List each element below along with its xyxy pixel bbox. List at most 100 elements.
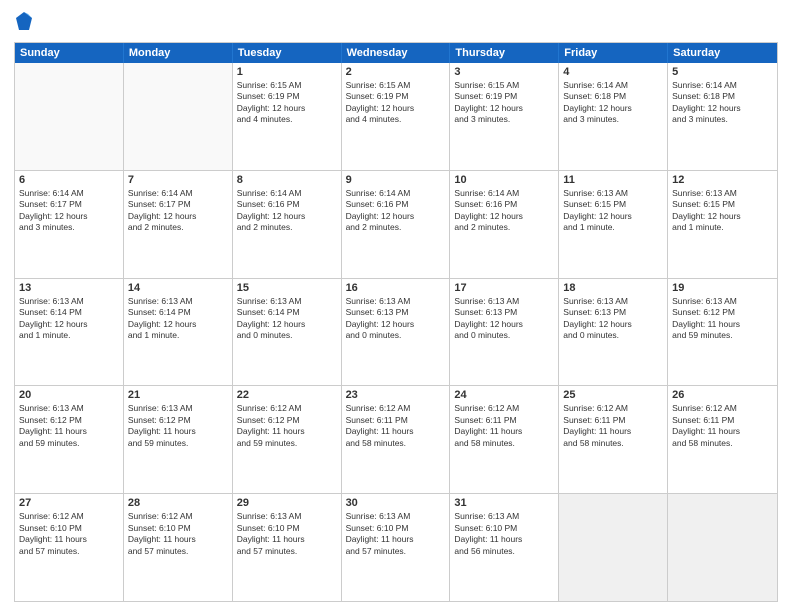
cell-info: Sunrise: 6:13 AM Sunset: 6:12 PM Dayligh…: [19, 403, 119, 449]
day-number: 6: [19, 174, 119, 186]
cell-info: Sunrise: 6:15 AM Sunset: 6:19 PM Dayligh…: [237, 80, 337, 126]
day-number: 27: [19, 497, 119, 509]
cell-info: Sunrise: 6:12 AM Sunset: 6:10 PM Dayligh…: [19, 511, 119, 557]
cell-info: Sunrise: 6:13 AM Sunset: 6:15 PM Dayligh…: [672, 188, 773, 234]
calendar-cell-r4c0: 27 Sunrise: 6:12 AM Sunset: 6:10 PM Dayli…: [15, 494, 124, 601]
day-number: 23: [346, 389, 446, 401]
weekday-header-wednesday: Wednesday: [342, 43, 451, 63]
day-number: 20: [19, 389, 119, 401]
calendar-cell-r0c4: 3 Sunrise: 6:15 AM Sunset: 6:19 PM Daylig…: [450, 63, 559, 170]
cell-info: Sunrise: 6:14 AM Sunset: 6:17 PM Dayligh…: [19, 188, 119, 234]
calendar-cell-r3c1: 21Sunrise: 6:13 AM Sunset: 6:12 PM Dayli…: [124, 386, 233, 493]
calendar-cell-r2c5: 18 Sunrise: 6:13 AM Sunset: 6:13 PM Dayli…: [559, 279, 668, 386]
day-number: 9: [346, 174, 446, 186]
calendar-cell-r1c0: 6 Sunrise: 6:14 AM Sunset: 6:17 PM Daylig…: [15, 171, 124, 278]
cell-info: Sunrise: 6:14 AM Sunset: 6:18 PM Dayligh…: [672, 80, 773, 126]
calendar-cell-r0c5: 4 Sunrise: 6:14 AM Sunset: 6:18 PM Daylig…: [559, 63, 668, 170]
cell-info: Sunrise: 6:14 AM Sunset: 6:17 PM Dayligh…: [128, 188, 228, 234]
weekday-header-monday: Monday: [124, 43, 233, 63]
logo-icon: [14, 10, 34, 34]
day-number: 3: [454, 66, 554, 78]
calendar-cell-r3c4: 24 Sunrise: 6:12 AM Sunset: 6:11 PM Dayli…: [450, 386, 559, 493]
day-number: 10: [454, 174, 554, 186]
calendar-cell-r3c3: 23 Sunrise: 6:12 AM Sunset: 6:11 PM Dayli…: [342, 386, 451, 493]
weekday-header-friday: Friday: [559, 43, 668, 63]
page: SundayMondayTuesdayWednesdayThursdayFrid…: [0, 0, 792, 612]
weekday-header-saturday: Saturday: [668, 43, 777, 63]
day-number: 13: [19, 282, 119, 294]
calendar-cell-r1c5: 11 Sunrise: 6:13 AM Sunset: 6:15 PM Dayli…: [559, 171, 668, 278]
calendar-cell-r4c1: 28Sunrise: 6:12 AM Sunset: 6:10 PM Dayli…: [124, 494, 233, 601]
cell-info: Sunrise: 6:13 AM Sunset: 6:12 PM Dayligh…: [128, 403, 228, 449]
calendar-cell-r2c3: 16Sunrise: 6:13 AM Sunset: 6:13 PM Dayli…: [342, 279, 451, 386]
calendar-body: 1 Sunrise: 6:15 AM Sunset: 6:19 PM Daylig…: [15, 63, 777, 601]
calendar-cell-r2c1: 14Sunrise: 6:13 AM Sunset: 6:14 PM Dayli…: [124, 279, 233, 386]
calendar-cell-r1c6: 12 Sunrise: 6:13 AM Sunset: 6:15 PM Dayli…: [668, 171, 777, 278]
header: [14, 10, 778, 34]
logo: [14, 10, 38, 34]
calendar-cell-r2c2: 15 Sunrise: 6:13 AM Sunset: 6:14 PM Dayli…: [233, 279, 342, 386]
day-number: 4: [563, 66, 663, 78]
cell-info: Sunrise: 6:12 AM Sunset: 6:11 PM Dayligh…: [454, 403, 554, 449]
day-number: 1: [237, 66, 337, 78]
day-number: 24: [454, 389, 554, 401]
cell-info: Sunrise: 6:12 AM Sunset: 6:11 PM Dayligh…: [563, 403, 663, 449]
cell-info: Sunrise: 6:12 AM Sunset: 6:12 PM Dayligh…: [237, 403, 337, 449]
cell-info: Sunrise: 6:13 AM Sunset: 6:10 PM Dayligh…: [237, 511, 337, 557]
cell-info: Sunrise: 6:12 AM Sunset: 6:11 PM Dayligh…: [672, 403, 773, 449]
cell-info: Sunrise: 6:13 AM Sunset: 6:13 PM Dayligh…: [563, 296, 663, 342]
calendar-row-0: 1 Sunrise: 6:15 AM Sunset: 6:19 PM Daylig…: [15, 63, 777, 170]
calendar-cell-r0c3: 2 Sunrise: 6:15 AM Sunset: 6:19 PM Daylig…: [342, 63, 451, 170]
calendar-cell-r0c1: [124, 63, 233, 170]
calendar-cell-r1c1: 7 Sunrise: 6:14 AM Sunset: 6:17 PM Daylig…: [124, 171, 233, 278]
weekday-header-tuesday: Tuesday: [233, 43, 342, 63]
day-number: 19: [672, 282, 773, 294]
calendar-row-2: 13 Sunrise: 6:13 AM Sunset: 6:14 PM Dayli…: [15, 278, 777, 386]
day-number: 12: [672, 174, 773, 186]
calendar-cell-r4c4: 31Sunrise: 6:13 AM Sunset: 6:10 PM Dayli…: [450, 494, 559, 601]
cell-info: Sunrise: 6:13 AM Sunset: 6:14 PM Dayligh…: [237, 296, 337, 342]
cell-info: Sunrise: 6:13 AM Sunset: 6:15 PM Dayligh…: [563, 188, 663, 234]
calendar-cell-r1c3: 9Sunrise: 6:14 AM Sunset: 6:16 PM Daylig…: [342, 171, 451, 278]
calendar-cell-r3c6: 26Sunrise: 6:12 AM Sunset: 6:11 PM Dayli…: [668, 386, 777, 493]
cell-info: Sunrise: 6:12 AM Sunset: 6:11 PM Dayligh…: [346, 403, 446, 449]
cell-info: Sunrise: 6:13 AM Sunset: 6:10 PM Dayligh…: [346, 511, 446, 557]
cell-info: Sunrise: 6:13 AM Sunset: 6:13 PM Dayligh…: [346, 296, 446, 342]
day-number: 31: [454, 497, 554, 509]
calendar: SundayMondayTuesdayWednesdayThursdayFrid…: [14, 42, 778, 602]
calendar-cell-r2c0: 13 Sunrise: 6:13 AM Sunset: 6:14 PM Dayli…: [15, 279, 124, 386]
day-number: 28: [128, 497, 228, 509]
calendar-cell-r3c0: 20 Sunrise: 6:13 AM Sunset: 6:12 PM Dayli…: [15, 386, 124, 493]
day-number: 11: [563, 174, 663, 186]
weekday-header-sunday: Sunday: [15, 43, 124, 63]
calendar-cell-r2c6: 19Sunrise: 6:13 AM Sunset: 6:12 PM Dayli…: [668, 279, 777, 386]
calendar-cell-r4c3: 30 Sunrise: 6:13 AM Sunset: 6:10 PM Dayli…: [342, 494, 451, 601]
calendar-row-3: 20 Sunrise: 6:13 AM Sunset: 6:12 PM Dayli…: [15, 385, 777, 493]
cell-info: Sunrise: 6:15 AM Sunset: 6:19 PM Dayligh…: [454, 80, 554, 126]
day-number: 22: [237, 389, 337, 401]
calendar-cell-r0c0: [15, 63, 124, 170]
calendar-row-1: 6 Sunrise: 6:14 AM Sunset: 6:17 PM Daylig…: [15, 170, 777, 278]
day-number: 15: [237, 282, 337, 294]
cell-info: Sunrise: 6:15 AM Sunset: 6:19 PM Dayligh…: [346, 80, 446, 126]
weekday-header-thursday: Thursday: [450, 43, 559, 63]
cell-info: Sunrise: 6:14 AM Sunset: 6:16 PM Dayligh…: [237, 188, 337, 234]
calendar-cell-r4c2: 29 Sunrise: 6:13 AM Sunset: 6:10 PM Dayli…: [233, 494, 342, 601]
calendar-cell-r4c6: [668, 494, 777, 601]
calendar-cell-r0c6: 5 Sunrise: 6:14 AM Sunset: 6:18 PM Daylig…: [668, 63, 777, 170]
day-number: 25: [563, 389, 663, 401]
cell-info: Sunrise: 6:13 AM Sunset: 6:14 PM Dayligh…: [19, 296, 119, 342]
day-number: 8: [237, 174, 337, 186]
day-number: 2: [346, 66, 446, 78]
cell-info: Sunrise: 6:14 AM Sunset: 6:18 PM Dayligh…: [563, 80, 663, 126]
calendar-cell-r4c5: [559, 494, 668, 601]
day-number: 30: [346, 497, 446, 509]
day-number: 18: [563, 282, 663, 294]
cell-info: Sunrise: 6:13 AM Sunset: 6:14 PM Dayligh…: [128, 296, 228, 342]
day-number: 5: [672, 66, 773, 78]
calendar-cell-r1c4: 10Sunrise: 6:14 AM Sunset: 6:16 PM Dayli…: [450, 171, 559, 278]
calendar-cell-r0c2: 1 Sunrise: 6:15 AM Sunset: 6:19 PM Daylig…: [233, 63, 342, 170]
day-number: 7: [128, 174, 228, 186]
day-number: 29: [237, 497, 337, 509]
day-number: 17: [454, 282, 554, 294]
